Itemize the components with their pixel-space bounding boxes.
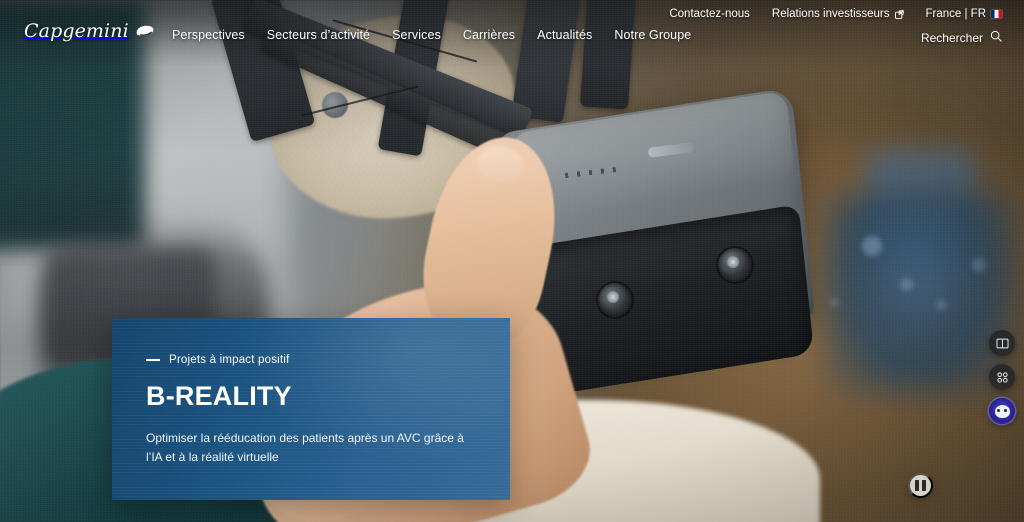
- locale-selector[interactable]: France | FR: [925, 8, 1002, 20]
- assistant-button[interactable]: [989, 398, 1015, 424]
- nav-item-carrieres[interactable]: Carrières: [463, 28, 515, 42]
- bokeh-light: [972, 258, 986, 272]
- utility-navigation: Contactez-nous Relations investisseurs F…: [669, 8, 1002, 20]
- hero-eyebrow-label: Projets à impact positif: [169, 354, 290, 366]
- utility-investors-link[interactable]: Relations investisseurs: [772, 8, 904, 20]
- search-label: Rechercher: [920, 30, 983, 45]
- vr-headset-camera: [598, 283, 632, 317]
- capgemini-swoosh-icon: [135, 24, 155, 39]
- floating-side-rail: [989, 330, 1015, 424]
- search-row: Rechercher: [921, 30, 1002, 45]
- bokeh-light: [936, 300, 946, 310]
- page-root: Capgemini Perspectives Secteurs d’activi…: [0, 0, 1024, 522]
- background-blue-chair: [824, 195, 1014, 395]
- nav-item-perspectives[interactable]: Perspectives: [172, 28, 245, 42]
- main-navigation: Perspectives Secteurs d’activité Service…: [172, 28, 691, 42]
- nav-item-services[interactable]: Services: [392, 28, 441, 42]
- apps-grid-button[interactable]: [989, 364, 1015, 390]
- logo-wordmark: Capgemini: [24, 20, 129, 42]
- reading-mode-button[interactable]: [989, 330, 1015, 356]
- site-header: Capgemini Perspectives Secteurs d’activi…: [0, 0, 1024, 58]
- nav-item-actualites[interactable]: Actualités: [537, 28, 592, 42]
- utility-contact-link[interactable]: Contactez-nous: [669, 8, 750, 20]
- hero-eyebrow: Projets à impact positif: [146, 354, 476, 366]
- search-icon: [990, 30, 1002, 45]
- pause-icon-bar: [922, 480, 926, 491]
- book-icon: [995, 337, 1009, 350]
- bokeh-light: [900, 278, 913, 291]
- search-button[interactable]: Rechercher: [921, 30, 1002, 45]
- eyebrow-dash-icon: [146, 359, 160, 361]
- nav-item-notre-groupe[interactable]: Notre Groupe: [614, 28, 691, 42]
- hero-card[interactable]: Projets à impact positif B-REALITY Optim…: [112, 318, 510, 500]
- nav-item-secteurs[interactable]: Secteurs d’activité: [267, 28, 370, 42]
- bokeh-light: [830, 298, 839, 307]
- vr-headset-camera: [718, 248, 752, 282]
- hero-description: Optimiser la rééducation des patients ap…: [146, 431, 464, 464]
- external-link-icon: [894, 9, 904, 19]
- pause-icon-bar: [915, 480, 919, 491]
- bokeh-light: [862, 236, 882, 256]
- hero-title: B-REALITY: [146, 381, 292, 411]
- assistant-avatar-icon: [994, 404, 1010, 418]
- locale-label: France | FR: [925, 8, 987, 20]
- flag-france-icon: [991, 10, 1002, 18]
- capgemini-logo[interactable]: Capgemini: [24, 20, 155, 42]
- video-pause-button[interactable]: [908, 473, 933, 498]
- grid-apps-icon: [996, 371, 1009, 384]
- utility-investors-label: Relations investisseurs: [771, 8, 890, 20]
